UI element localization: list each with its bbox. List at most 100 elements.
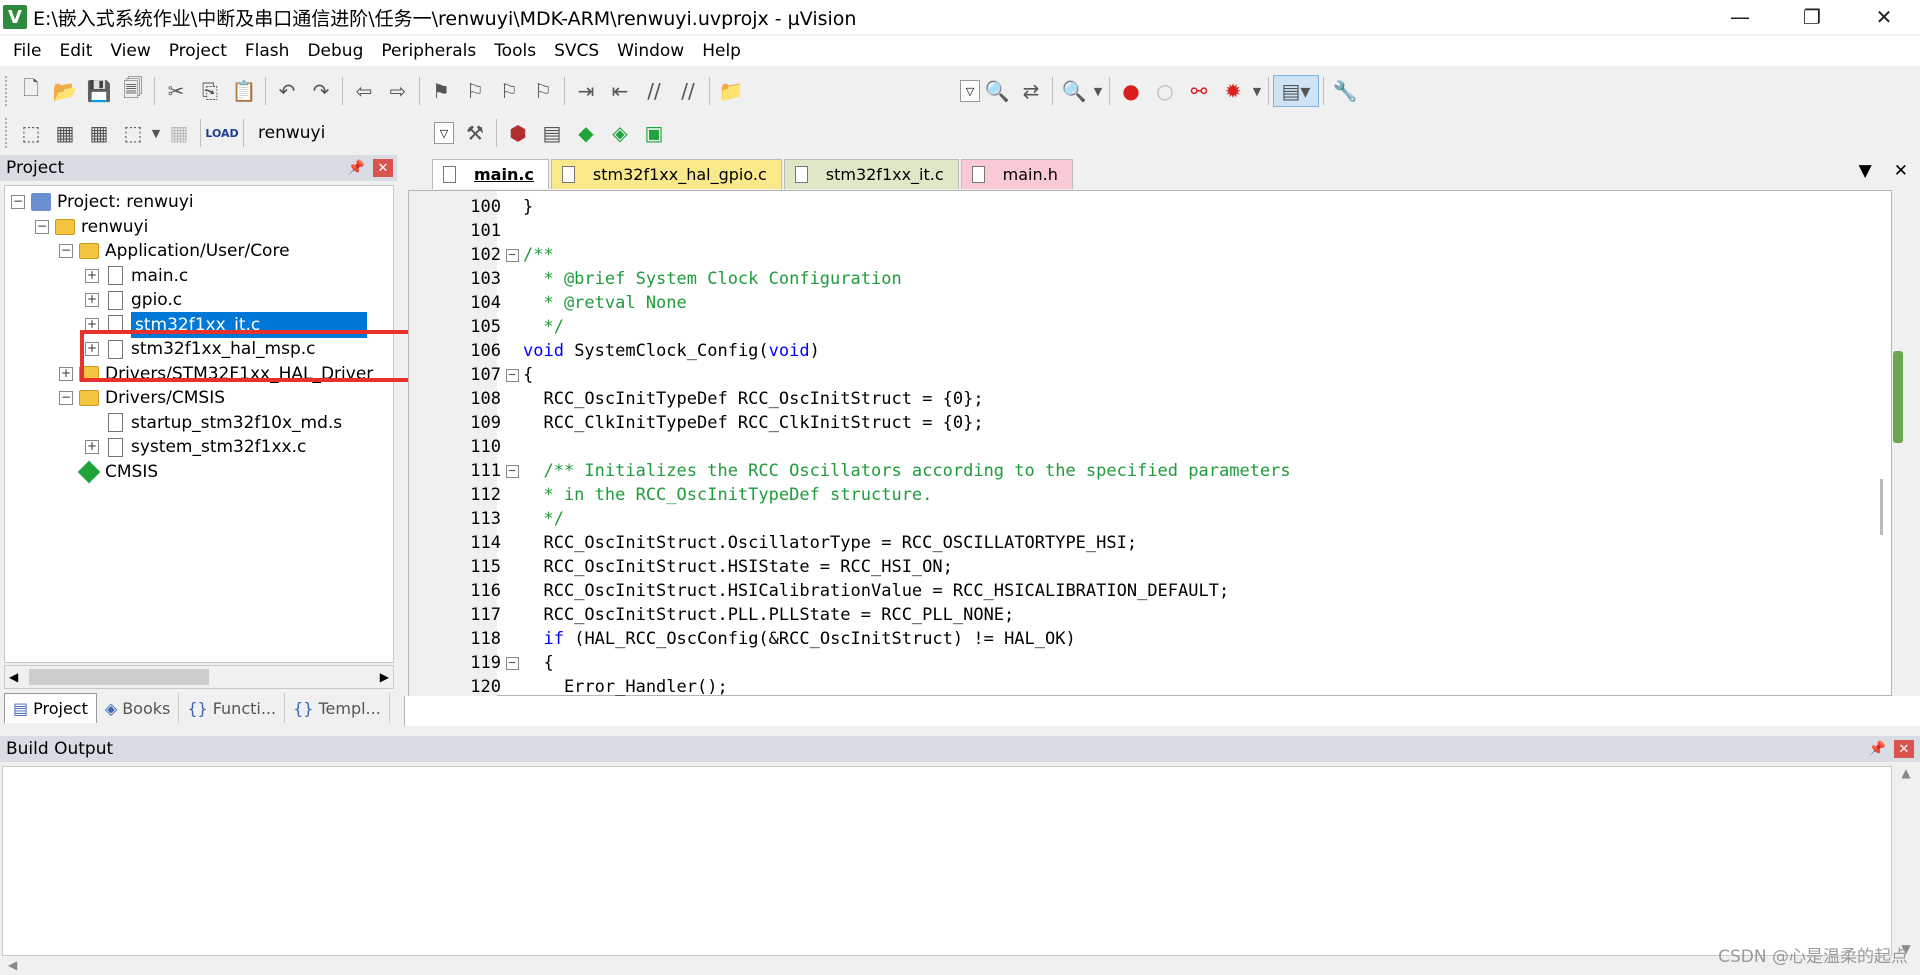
collapse-minus-icon[interactable]: −: [11, 195, 25, 209]
code-line[interactable]: 110: [409, 435, 1889, 459]
incremental-find-icon[interactable]: ⇄: [1014, 75, 1048, 107]
code-line[interactable]: 114 RCC_OscInitStruct.OscillatorType = R…: [409, 531, 1889, 555]
build-output-horizontal-scrollbar[interactable]: ◀: [2, 958, 1892, 974]
rebuild-icon[interactable]: ▦: [82, 117, 116, 149]
menu-peripherals[interactable]: Peripherals: [372, 41, 485, 61]
close-tab-icon[interactable]: ✕: [1894, 161, 1908, 181]
pin-icon[interactable]: 📌: [348, 160, 365, 176]
expand-plus-icon[interactable]: +: [59, 366, 73, 381]
redo-icon[interactable]: ↷: [304, 75, 338, 107]
paste-icon[interactable]: 📋: [227, 75, 261, 107]
tab-stm32f1xx_it-c[interactable]: stm32f1xx_it.c: [783, 159, 959, 189]
find-icon[interactable]: 🔍: [980, 75, 1014, 107]
build-output-text[interactable]: [2, 766, 1892, 956]
code-line[interactable]: 101: [409, 219, 1889, 243]
manage-project-items-icon[interactable]: ⬢: [501, 117, 535, 149]
uncomment-icon[interactable]: //: [671, 75, 705, 107]
select-software-packs-icon[interactable]: ◈: [603, 117, 637, 149]
code-line[interactable]: 111− /** Initializes the RCC Oscillators…: [409, 459, 1889, 483]
pack-installer-icon[interactable]: ▣: [637, 117, 671, 149]
panel-tab-templ[interactable]: {} Templ...: [285, 693, 390, 723]
comment-icon[interactable]: //: [637, 75, 671, 107]
tab-stm32f1xx_hal_gpio-c[interactable]: stm32f1xx_hal_gpio.c: [550, 159, 782, 189]
scroll-up-icon[interactable]: ▲: [1901, 766, 1910, 780]
scroll-left-icon[interactable]: ◀: [8, 958, 17, 972]
collapse-minus-icon[interactable]: −: [35, 219, 49, 234]
menu-debug[interactable]: Debug: [298, 41, 372, 61]
navigate-forward-icon[interactable]: ⇨: [381, 75, 415, 107]
menu-tools[interactable]: Tools: [485, 41, 545, 61]
panel-tab-functi[interactable]: {} Functi...: [179, 693, 286, 723]
pin-icon[interactable]: 📌: [1869, 741, 1886, 757]
navigate-back-icon[interactable]: ⇦: [347, 75, 381, 107]
code-line[interactable]: 103 * @brief System Clock Configuration: [409, 267, 1889, 291]
tab-main-h[interactable]: main.h: [960, 159, 1073, 189]
expand-plus-icon[interactable]: +: [85, 268, 99, 283]
code-line[interactable]: 104 * @retval None: [409, 291, 1889, 315]
debug-session-icon[interactable]: 🔍: [1057, 75, 1091, 107]
bookmark-icon[interactable]: ⚑: [424, 75, 458, 107]
collapse-minus-icon[interactable]: −: [59, 391, 73, 405]
expand-plus-icon[interactable]: +: [85, 293, 99, 307]
toolbar-grip[interactable]: [5, 76, 9, 106]
close-panel-icon[interactable]: ✕: [1894, 740, 1914, 758]
menu-flash[interactable]: Flash: [236, 41, 299, 61]
code-line[interactable]: 105 */: [409, 315, 1889, 339]
copy-icon[interactable]: ⎘: [193, 75, 227, 107]
save-all-icon[interactable]: 🗐: [116, 75, 150, 107]
chevron-down-icon[interactable]: ▼: [150, 117, 162, 149]
toolbar-grip[interactable]: [5, 118, 9, 148]
code-line[interactable]: 100}: [409, 195, 1889, 219]
code-line[interactable]: 106 void SystemClock_Config(void): [409, 339, 1889, 363]
scroll-right-icon[interactable]: ▶: [380, 670, 393, 684]
panel-tab-books[interactable]: ◈ Books: [97, 693, 180, 723]
chevron-down-icon[interactable]: ▽: [434, 122, 454, 144]
unindent-icon[interactable]: ⇤: [603, 75, 637, 107]
expand-plus-icon[interactable]: +: [85, 440, 99, 454]
code-line[interactable]: 118 if (HAL_RCC_OscConfig(&RCC_OscInitSt…: [409, 627, 1889, 651]
clear-bookmarks-icon[interactable]: ⚐: [526, 75, 560, 107]
find-in-files-icon[interactable]: 📁: [714, 75, 748, 107]
code-line[interactable]: 107−{: [409, 363, 1889, 387]
code-line[interactable]: 102−/**: [409, 243, 1889, 267]
scrollbar-thumb[interactable]: [29, 669, 209, 685]
kill-all-breakpoints-icon[interactable]: ✹: [1216, 75, 1250, 107]
close-window-button[interactable]: ✕: [1848, 0, 1920, 34]
menu-window[interactable]: Window: [608, 41, 693, 61]
indent-icon[interactable]: ⇥: [569, 75, 603, 107]
fold-collapse-icon[interactable]: −: [505, 464, 519, 478]
maximize-button[interactable]: ❐: [1776, 0, 1848, 34]
tab-list-dropdown-icon[interactable]: ▼: [1859, 161, 1872, 181]
disable-breakpoint-icon[interactable]: ○: [1148, 75, 1182, 107]
code-editor[interactable]: 100} 101 102−/** 103 * @brief System Clock …: [408, 190, 1903, 710]
insert-breakpoint-icon[interactable]: ●: [1114, 75, 1148, 107]
menu-file[interactable]: File: [4, 41, 50, 61]
code-line[interactable]: 119− {: [409, 651, 1889, 675]
code-line[interactable]: 116 RCC_OscInitStruct.HSICalibrationValu…: [409, 579, 1889, 603]
code-line[interactable]: 113 */: [409, 507, 1889, 531]
translate-icon[interactable]: ⬚: [14, 117, 48, 149]
save-icon[interactable]: 💾: [82, 75, 116, 107]
code-line[interactable]: 108 RCC_OscInitTypeDef RCC_OscInitStruct…: [409, 387, 1889, 411]
find-combo-arrow-icon[interactable]: ▽: [960, 80, 980, 102]
cut-icon[interactable]: ✂: [159, 75, 193, 107]
fold-collapse-icon[interactable]: −: [505, 368, 519, 382]
scroll-left-icon[interactable]: ◀: [5, 670, 18, 684]
stop-build-icon[interactable]: ▦: [162, 117, 196, 149]
build-icon[interactable]: ▦: [48, 117, 82, 149]
batch-build-icon[interactable]: ⬚: [116, 117, 150, 149]
configure-wrench-icon[interactable]: 🔧: [1328, 75, 1362, 107]
editor-vertical-scrollbar-thumb[interactable]: [1880, 479, 1883, 535]
code-line[interactable]: 112 * in the RCC_OscInitTypeDef structur…: [409, 483, 1889, 507]
collapse-minus-icon[interactable]: −: [59, 244, 73, 258]
menu-svcs[interactable]: SVCS: [545, 41, 608, 61]
disable-all-breakpoints-icon[interactable]: ⚯: [1182, 75, 1216, 107]
code-line[interactable]: 115 RCC_OscInitStruct.HSIState = RCC_HSI…: [409, 555, 1889, 579]
chevron-down-icon[interactable]: ▼: [1250, 75, 1264, 107]
close-panel-icon[interactable]: ✕: [373, 159, 393, 177]
open-file-icon[interactable]: 📂: [48, 75, 82, 107]
next-bookmark-icon[interactable]: ⚐: [492, 75, 526, 107]
new-file-icon[interactable]: 🗋: [14, 75, 48, 107]
code-line[interactable]: 117 RCC_OscInitStruct.PLL.PLLState = RCC…: [409, 603, 1889, 627]
download-load-icon[interactable]: LOAD: [205, 117, 239, 149]
